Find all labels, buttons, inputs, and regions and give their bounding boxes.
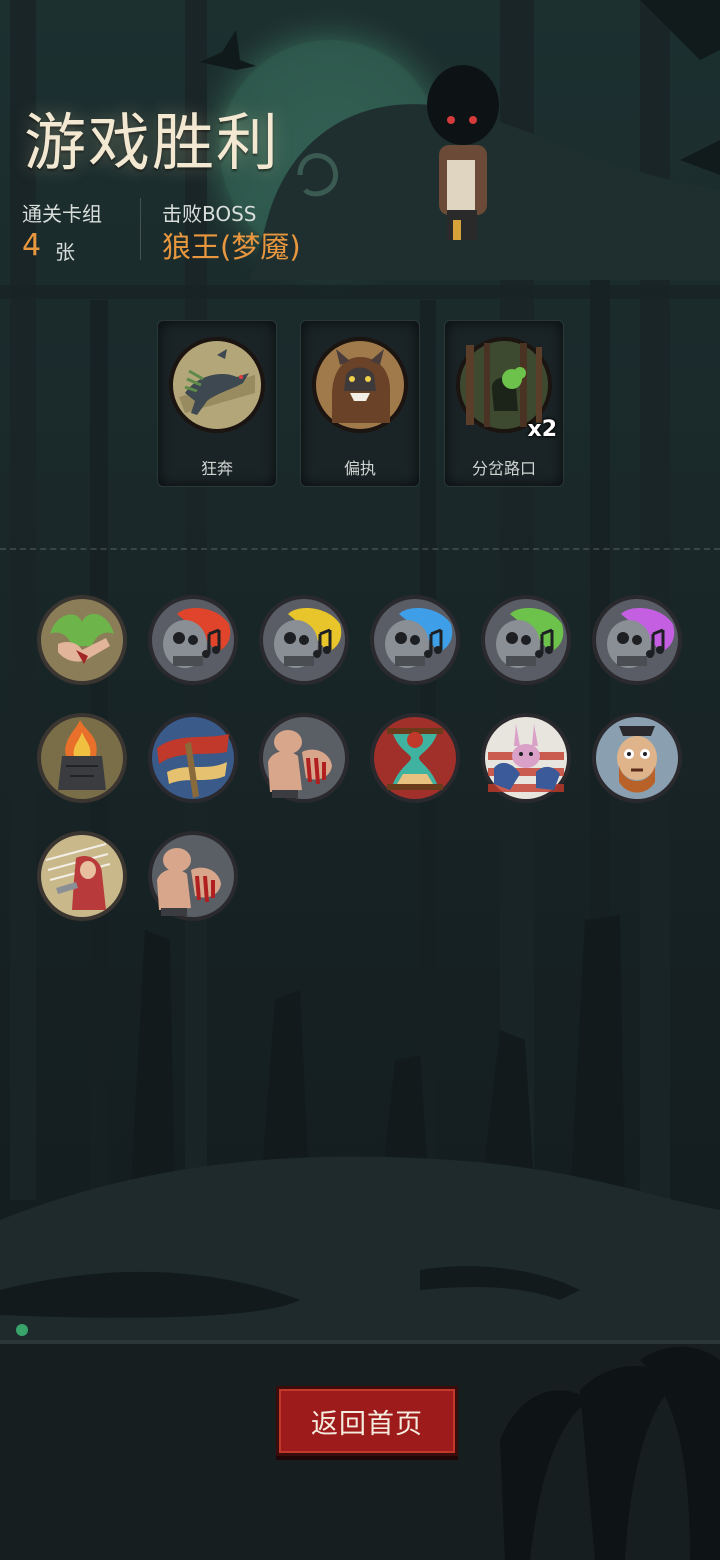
boss-label: 击败BOSS — [162, 202, 257, 226]
skull-note-blue-icon[interactable] — [369, 594, 461, 686]
deck-unit: 张 — [55, 240, 75, 264]
skull-note-green-icon[interactable] — [480, 594, 572, 686]
rabbit-character-icon[interactable] — [480, 712, 572, 804]
bloody-fist-icon[interactable] — [258, 712, 350, 804]
return-home-button[interactable]: 返回首页 — [276, 1386, 458, 1456]
skull-note-yellow-icon[interactable] — [258, 594, 350, 686]
green-fire-limb-icon[interactable] — [36, 594, 128, 686]
skull-note-red-icon[interactable] — [147, 594, 239, 686]
boss-card-fenchalukou[interactable]: x2 分岔路口 — [444, 320, 564, 487]
running-wolf-icon — [169, 337, 265, 433]
game-result-screen: 游戏胜利 通关卡组 4 张 击败BOSS 狼王(梦魇) 狂奔 偏执 x2 分岔路… — [0, 0, 720, 1560]
boss-card-name: 狂奔 — [200, 459, 233, 478]
deck-count: 4 — [22, 228, 42, 263]
hourglass-icon[interactable] — [369, 712, 461, 804]
skull-note-purple-icon[interactable] — [591, 594, 683, 686]
boss-card-kuangben[interactable]: 狂奔 — [157, 320, 277, 487]
boss-name: 狼王(梦魇) — [162, 230, 301, 264]
swirling-ribbon-icon[interactable] — [147, 712, 239, 804]
werewolf-portrait-icon — [312, 337, 408, 433]
boss-card-name: 分岔路口 — [471, 459, 536, 478]
boss-card-name: 偏执 — [343, 459, 376, 478]
victory-title: 游戏胜利 — [24, 106, 281, 179]
section-divider — [0, 548, 720, 550]
deck-label: 通关卡组 — [22, 202, 102, 226]
stat-divider — [140, 198, 141, 260]
pirate-face-icon[interactable] — [591, 712, 683, 804]
boss-card-pianzhi[interactable]: 偏执 — [300, 320, 420, 487]
card-multiplier: x2 — [527, 417, 558, 442]
burning-altar-icon[interactable] — [36, 712, 128, 804]
red-hood-icon[interactable] — [36, 830, 128, 922]
bloody-fist-icon[interactable] — [147, 830, 239, 922]
